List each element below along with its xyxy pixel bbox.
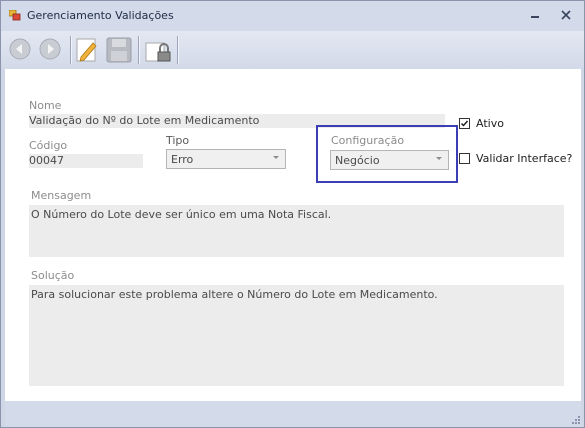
validar-interface-label: Validar Interface? <box>476 152 573 165</box>
tipo-select[interactable]: Erro <box>166 149 286 169</box>
mensagem-label: Mensagem <box>31 189 92 202</box>
arrow-left-icon <box>9 38 31 60</box>
toolbar <box>1 31 584 69</box>
title-bar: Gerenciamento Validações <box>1 1 584 31</box>
toolbar-separator <box>177 36 179 64</box>
back-button[interactable] <box>7 35 35 65</box>
codigo-field[interactable]: 00047 <box>29 154 143 168</box>
close-button[interactable] <box>556 7 576 25</box>
app-window: Gerenciamento Validações Nome Validação … <box>0 0 585 428</box>
status-bar <box>5 401 581 427</box>
close-icon <box>561 10 571 20</box>
tipo-label: Tipo <box>166 134 190 147</box>
lock-button[interactable] <box>143 35 171 65</box>
configuracao-highlight-box <box>316 125 458 183</box>
ativo-label: Ativo <box>476 117 504 130</box>
pencil-icon <box>76 38 97 62</box>
resize-grip-icon[interactable] <box>570 414 580 424</box>
minimize-button[interactable] <box>525 7 545 25</box>
validar-interface-checkbox[interactable] <box>459 153 470 164</box>
chevron-down-icon <box>273 156 279 159</box>
toolbar-separator <box>138 36 140 64</box>
ativo-checkbox[interactable] <box>459 118 470 129</box>
solucao-label: Solução <box>31 269 75 282</box>
window-title: Gerenciamento Validações <box>27 9 174 22</box>
lock-icon <box>145 42 171 62</box>
codigo-label: Código <box>29 139 68 152</box>
minimize-icon <box>531 16 539 18</box>
checkmark-icon <box>461 120 469 127</box>
arrow-right-icon <box>39 38 61 60</box>
mensagem-textarea[interactable]: O Número do Lote deve ser único em uma N… <box>29 205 564 257</box>
edit-button[interactable] <box>74 35 102 65</box>
tipo-value: Erro <box>171 153 194 166</box>
solucao-textarea[interactable]: Para solucionar este problema altere o N… <box>29 285 564 386</box>
nome-label: Nome <box>29 99 62 112</box>
save-button[interactable] <box>105 35 133 65</box>
toolbar-separator <box>70 36 72 64</box>
forward-button[interactable] <box>37 35 65 65</box>
floppy-disk-icon <box>106 37 132 63</box>
app-icon <box>8 9 21 21</box>
